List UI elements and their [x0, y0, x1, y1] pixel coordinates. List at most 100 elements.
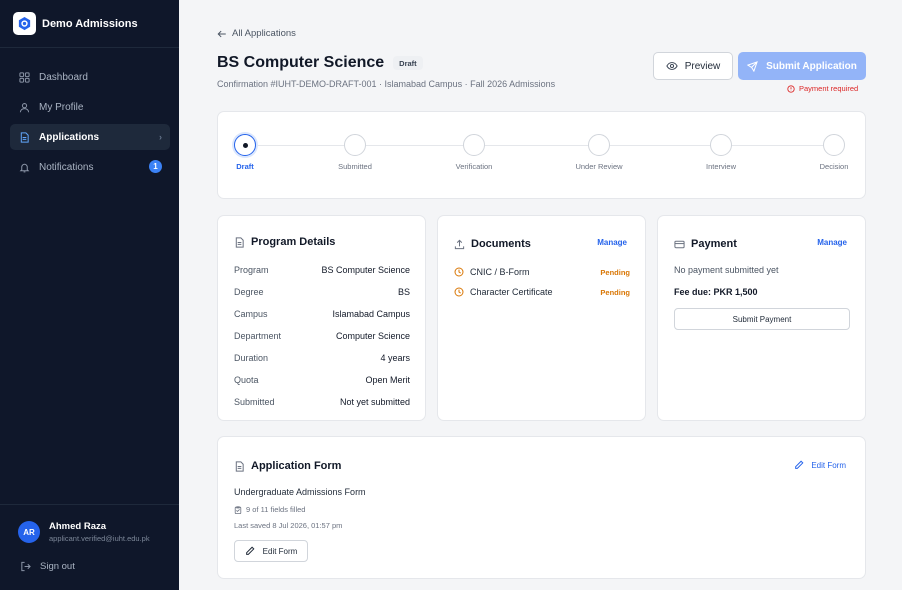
document-icon [19, 131, 30, 143]
payment-card: Payment Manage No payment submitted yet … [657, 215, 866, 421]
sidebar-item-notifications[interactable]: Notifications 1 [10, 154, 170, 180]
brand[interactable]: Demo Admissions [0, 0, 179, 48]
list-item[interactable]: Character Certificate Pending [454, 282, 630, 302]
fee-due: Fee due: PKR 1,500 [674, 287, 758, 297]
step-circle [588, 134, 610, 156]
step-label: Verification [455, 162, 493, 171]
progress-step-decision: Decision [804, 134, 864, 171]
arrow-left-icon [217, 29, 227, 39]
edit-form-button[interactable]: Edit Form [234, 540, 308, 562]
step-circle [344, 134, 366, 156]
payment-required-warning: Payment required [787, 84, 858, 93]
submit-application-button[interactable]: Submit Application [738, 52, 866, 80]
sidebar-item-label: Applications [39, 131, 100, 143]
detail-label: Submitted [234, 397, 275, 407]
edit-form-button-label: Edit Form [262, 546, 298, 556]
user-email: applicant.verified@iuht.edu.pk [49, 534, 150, 543]
preview-button[interactable]: Preview [653, 52, 733, 80]
progress-step-draft: Draft [215, 134, 275, 171]
sidebar-item-label: My Profile [39, 101, 84, 113]
step-label: Draft [236, 162, 254, 171]
program-details-heading: Program Details [234, 236, 335, 248]
detail-value: BS Computer Science [321, 265, 410, 275]
bell-icon [19, 162, 30, 173]
detail-label: Department [234, 331, 282, 341]
sidebar-item-dashboard[interactable]: Dashboard [10, 64, 170, 90]
step-label: Under Review [575, 162, 623, 171]
detail-value: Computer Science [335, 331, 410, 341]
file-text-icon [234, 460, 245, 472]
detail-row: Quota Open Merit [234, 369, 410, 391]
dashboard-icon [19, 71, 30, 83]
brand-name: Demo Admissions [42, 17, 138, 30]
document-status: Pending [600, 287, 630, 297]
payment-heading: Payment [674, 238, 737, 250]
sign-out-label: Sign out [40, 561, 75, 572]
sidebar-item-label: Dashboard [39, 71, 88, 83]
detail-label: Duration [234, 353, 269, 363]
detail-label: Degree [234, 287, 264, 297]
step-circle [710, 134, 732, 156]
payment-status-text: No payment submitted yet [674, 265, 779, 275]
fields-filled-text: 9 of 11 fields filled [246, 505, 306, 514]
edit-form-link[interactable]: Edit Form [794, 460, 846, 470]
manage-payment-link[interactable]: Manage [817, 238, 847, 247]
program-detail-list: Program BS Computer Science Degree BS Ca… [234, 259, 410, 413]
card-title: Application Form [251, 460, 342, 472]
manage-documents-link[interactable]: Manage [597, 238, 627, 247]
clipboard-icon [234, 505, 242, 514]
detail-row: Department Computer Science [234, 325, 410, 347]
step-circle [823, 134, 845, 156]
user-profile[interactable]: AR Ahmed Raza applicant.verified@iuht.ed… [18, 521, 179, 543]
pencil-icon [245, 546, 255, 556]
sidebar-nav: Dashboard My Profile Applications › Noti… [0, 48, 179, 180]
detail-value: Not yet submitted [339, 397, 410, 407]
main-content: All Applications BS Computer Science Dra… [179, 0, 902, 590]
fields-filled: 9 of 11 fields filled [234, 505, 305, 514]
list-item[interactable]: CNIC / B-Form Pending [454, 262, 630, 282]
eye-icon [666, 61, 678, 71]
sidebar-item-applications[interactable]: Applications › [10, 124, 170, 150]
edit-form-link-label: Edit Form [811, 460, 846, 470]
document-list: CNIC / B-Form Pending Character Certific… [454, 262, 630, 302]
clock-icon [454, 287, 464, 297]
chevron-right-icon: › [159, 132, 162, 142]
application-form-card: Application Form Edit Form Undergraduate… [217, 436, 866, 579]
sidebar: Demo Admissions Dashboard My Profile App… [0, 0, 179, 590]
detail-value: 4 years [380, 353, 410, 363]
user-icon [19, 102, 30, 113]
payment-required-text: Payment required [799, 84, 859, 93]
pencil-icon [794, 460, 804, 470]
sidebar-item-my-profile[interactable]: My Profile [10, 94, 170, 120]
detail-value: Islamabad Campus [332, 309, 410, 319]
documents-card: Documents Manage CNIC / B-Form Pending C… [437, 215, 646, 421]
application-form-heading: Application Form [234, 460, 341, 472]
step-label: Decision [819, 162, 849, 171]
clock-icon [454, 267, 464, 277]
submit-button-label: Submit Application [766, 60, 857, 72]
detail-label: Program [234, 265, 269, 275]
application-subtitle: Confirmation #IUHT-DEMO-DRAFT-001 · Isla… [217, 79, 556, 89]
back-link-label: All Applications [232, 28, 296, 39]
credit-card-icon [674, 239, 685, 250]
progress-step-verification: Verification [444, 134, 504, 171]
preview-button-label: Preview [684, 60, 721, 72]
back-to-applications-link[interactable]: All Applications [217, 28, 296, 39]
detail-row: Program BS Computer Science [234, 259, 410, 281]
card-title: Payment [691, 238, 737, 250]
detail-row: Degree BS [234, 281, 410, 303]
card-title: Program Details [251, 236, 336, 248]
file-text-icon [234, 236, 245, 248]
document-status: Pending [600, 267, 630, 277]
avatar: AR [18, 521, 40, 543]
current-step-dot [242, 142, 248, 148]
detail-label: Quota [234, 375, 259, 385]
sign-out-button[interactable]: Sign out [20, 561, 179, 572]
detail-row: Duration 4 years [234, 347, 410, 369]
step-label: Submitted [338, 162, 372, 171]
submit-payment-button[interactable]: Submit Payment [674, 308, 850, 330]
document-name: CNIC / B-Form [470, 267, 530, 277]
progress-step-interview: Interview [691, 134, 751, 171]
sidebar-footer: AR Ahmed Raza applicant.verified@iuht.ed… [0, 504, 179, 590]
detail-value: Open Merit [365, 375, 410, 385]
